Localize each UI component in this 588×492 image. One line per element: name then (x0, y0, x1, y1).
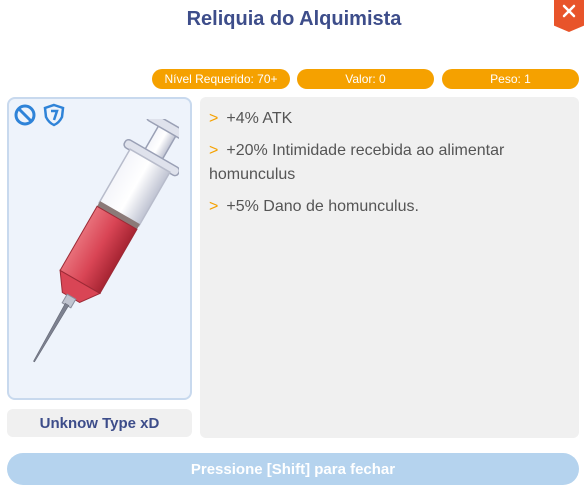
bullet-arrow: > (209, 198, 219, 215)
item-image-panel (7, 97, 192, 400)
description-line: > +4% ATK (209, 107, 569, 131)
weight-badge: Peso: 1 (442, 69, 579, 89)
badge-row: Nível Requerido: 70+ Valor: 0 Peso: 1 (0, 69, 588, 89)
window-title: Reliquia do Alquimista (186, 8, 402, 30)
description-line: > +5% Dano de homunculus. (209, 195, 569, 219)
description-text: +5% Dano de homunculus. (226, 198, 419, 215)
value-badge: Valor: 0 (297, 69, 434, 89)
close-icon (562, 4, 576, 18)
description-line: > +20% Intimidade recebida ao alimentar h… (209, 139, 569, 187)
required-level-badge: Nível Requerido: 70+ (152, 69, 290, 89)
description-panel: > +4% ATK > +20% Intimidade recebida ao al… (200, 97, 579, 438)
close-button[interactable] (554, 0, 584, 32)
description-text: +4% ATK (226, 110, 293, 127)
close-hint-button[interactable]: Pressione [Shift] para fechar (7, 453, 579, 485)
syringe-icon (33, 119, 179, 363)
bullet-arrow: > (209, 142, 219, 159)
item-type-label: Unknow Type xD (7, 409, 192, 437)
description-text: +20% Intimidade recebida ao alimentar ho… (209, 142, 505, 183)
bullet-arrow: > (209, 110, 219, 127)
